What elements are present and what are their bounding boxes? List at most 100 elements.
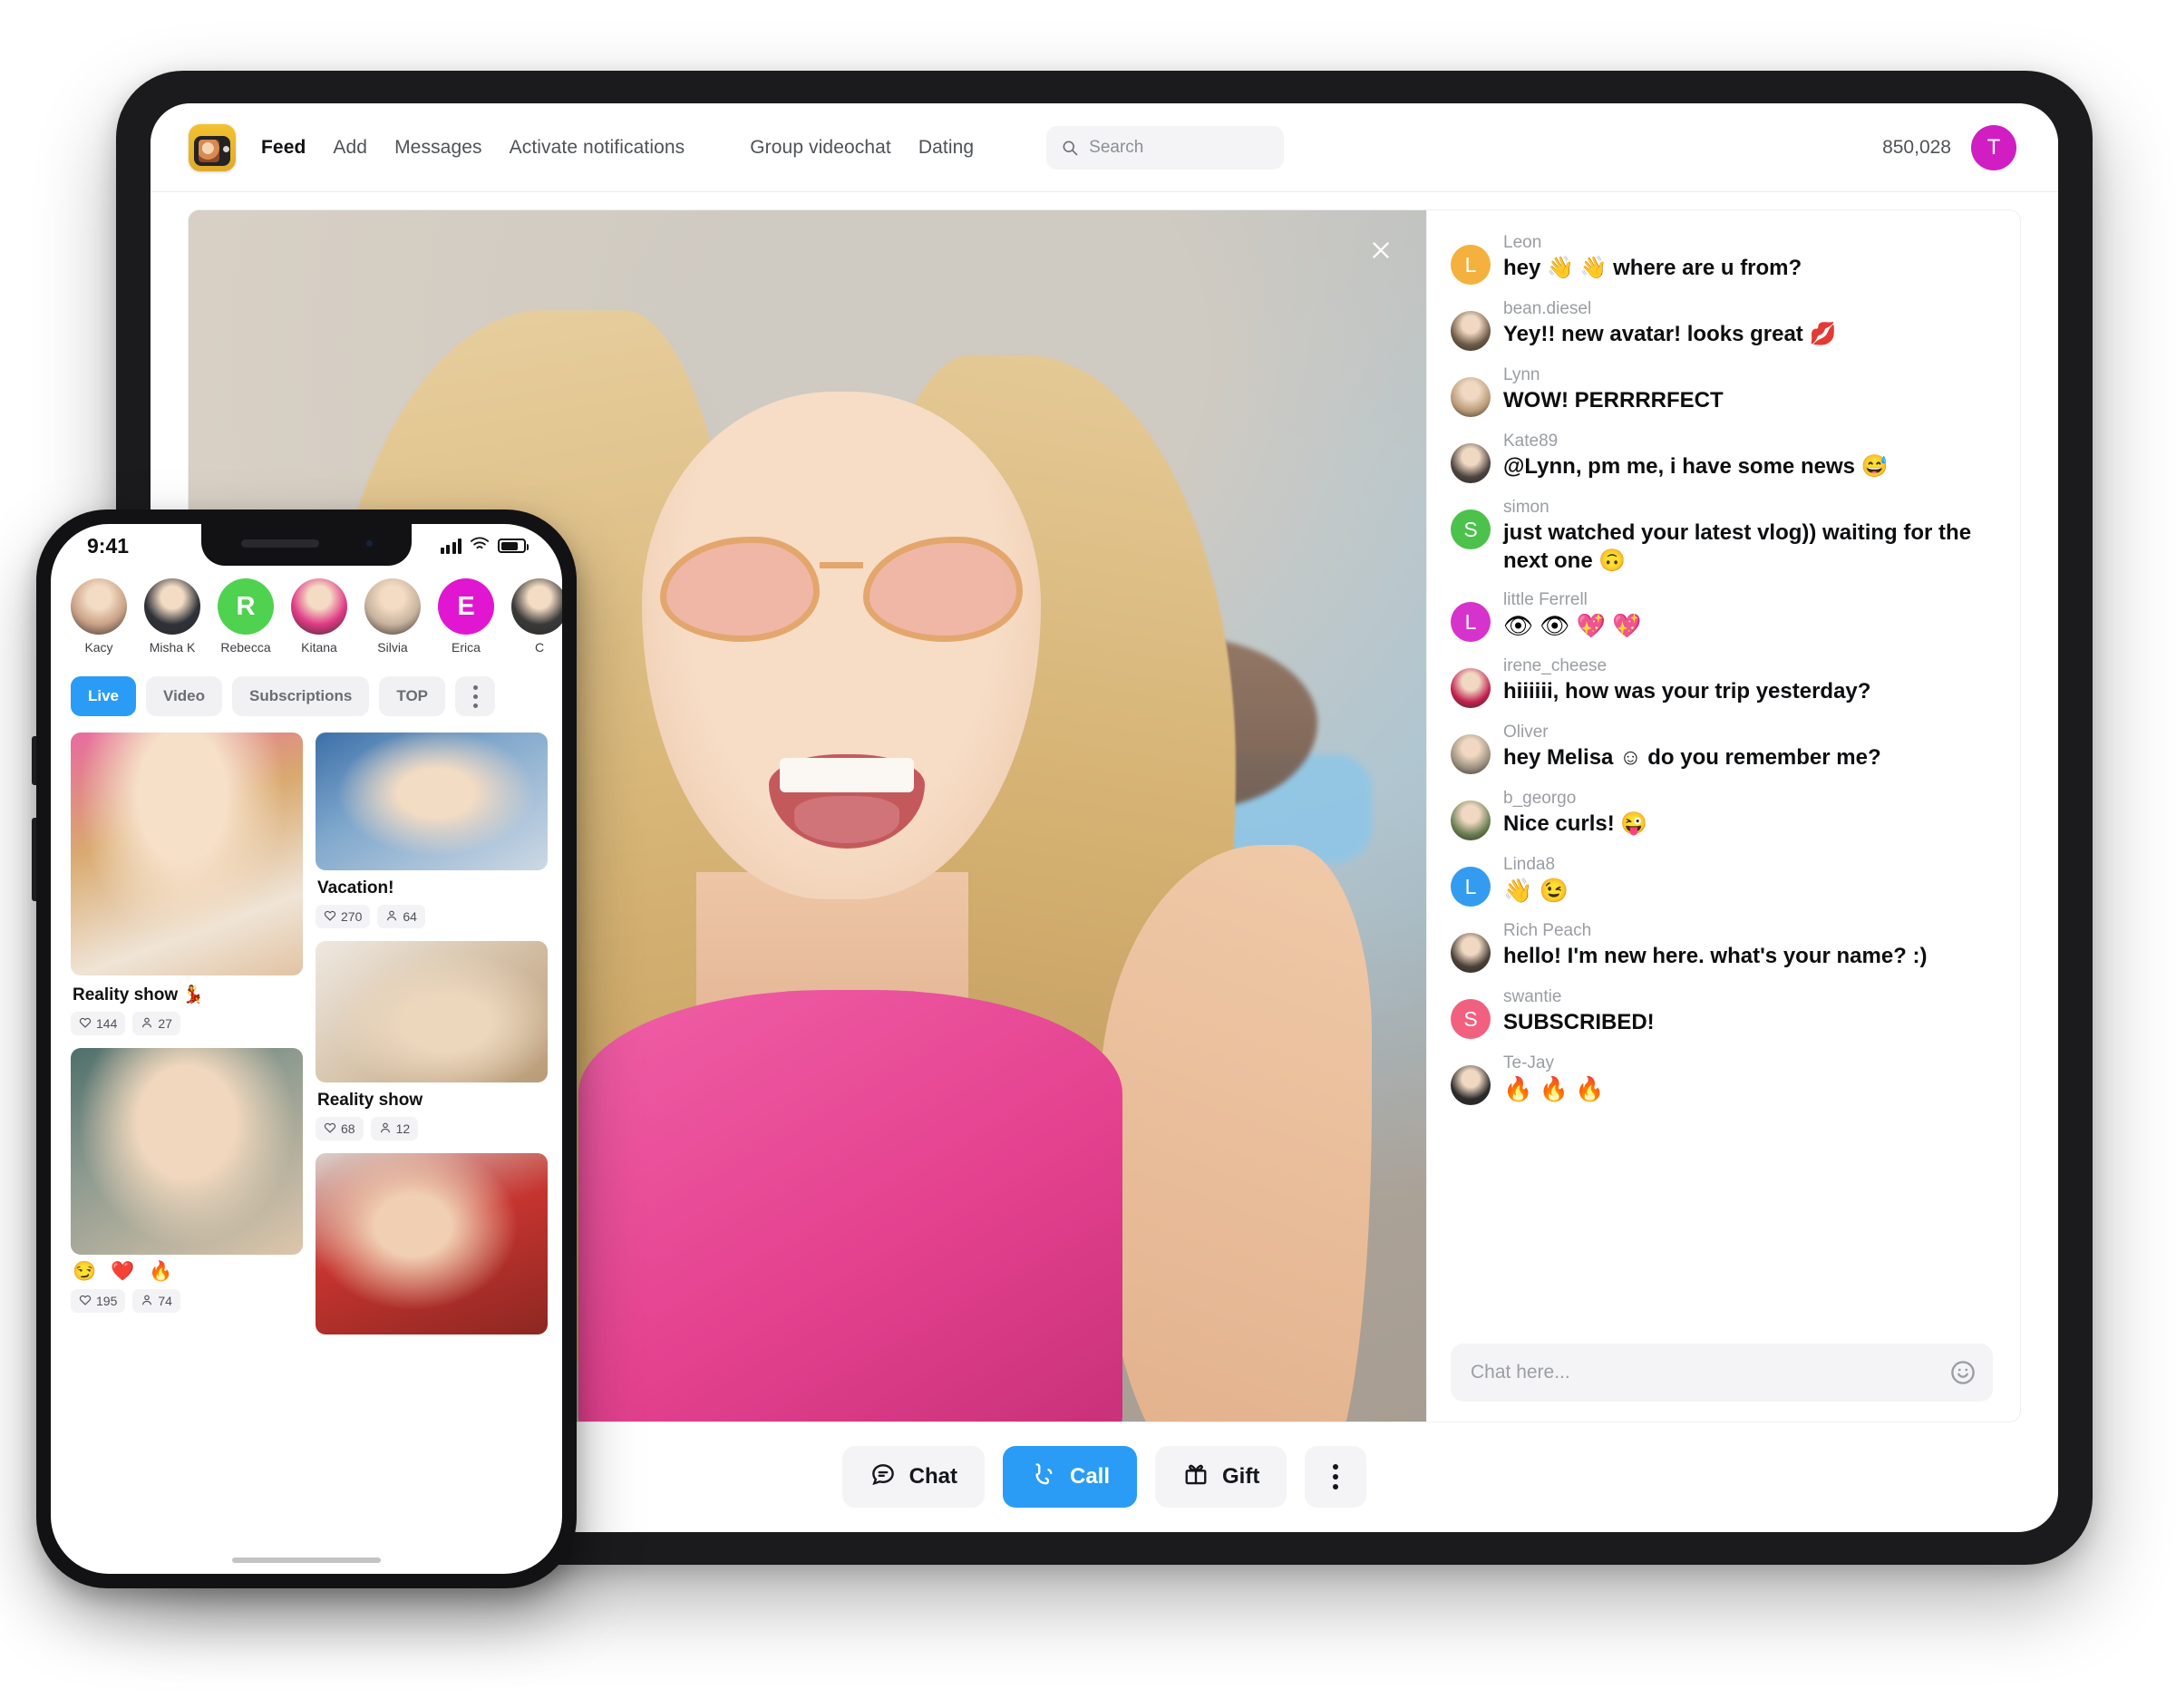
story-item[interactable]: R Rebecca	[218, 578, 274, 673]
story-avatar[interactable]	[364, 578, 421, 635]
chat-message: irene_cheese hiiiiii, how was your trip y…	[1451, 655, 1993, 709]
gift-icon	[1182, 1461, 1209, 1494]
chat-message-username: Leon	[1503, 233, 1542, 252]
filter-tab-subscriptions[interactable]: Subscriptions	[232, 676, 370, 716]
chat-message-text: 🔥 🔥 🔥	[1503, 1074, 1605, 1102]
chat-message-avatar[interactable]: L	[1451, 867, 1491, 907]
feed-card[interactable]: Reality show 💃 144 27	[71, 733, 303, 1035]
chat-button[interactable]: Chat	[841, 1446, 985, 1508]
gift-button[interactable]: Gift	[1155, 1446, 1287, 1508]
feed-card[interactable]: Reality show 68 12	[316, 941, 548, 1140]
story-avatar[interactable]: E	[438, 578, 494, 635]
video-subject-glasses	[660, 537, 1023, 642]
story-item[interactable]: Kacy	[71, 578, 127, 673]
story-item[interactable]: C	[511, 578, 562, 673]
chat-button-label: Chat	[908, 1464, 957, 1489]
nav-item-dating[interactable]: Dating	[918, 131, 974, 164]
chat-message-avatar[interactable]: S	[1451, 999, 1491, 1040]
feed-card-title: Vacation!	[317, 878, 394, 898]
feed-card-thumbnail[interactable]	[316, 1153, 548, 1334]
chat-message-body: simon just watched your latest vlog)) wai…	[1503, 497, 1993, 576]
feed-card-thumbnail[interactable]	[316, 733, 548, 870]
chat-message-username: Rich Peach	[1503, 921, 1592, 941]
story-item[interactable]: Silvia	[364, 578, 421, 673]
phone-feed[interactable]: Reality show 💃 144 27 😏 ❤️ 🔥 195 74 Vacation!…	[71, 733, 548, 1574]
tv-app-logo-icon[interactable]	[189, 123, 236, 171]
chat-message-text: just watched your latest vlog)) waiting …	[1503, 519, 1972, 574]
chat-message-avatar[interactable]	[1451, 311, 1491, 351]
viewer-count: 64	[377, 905, 425, 928]
stories-row[interactable]: Kacy Misha K R Rebecca Kitana Silvia E Erica C	[51, 571, 562, 673]
close-icon[interactable]	[1361, 230, 1401, 270]
chat-message-avatar[interactable]	[1451, 933, 1491, 974]
chat-message-username: Kate89	[1503, 432, 1559, 451]
nav-item-messages[interactable]: Messages	[394, 131, 482, 164]
feed-filter-tabs[interactable]: Live Video Subscriptions TOP	[51, 676, 562, 727]
story-avatar[interactable]: R	[218, 578, 274, 635]
chat-input[interactable]: Chat here...	[1451, 1344, 1993, 1402]
chat-message-text: hey Melisa ☺ do you remember me?	[1503, 744, 1881, 770]
chat-message-avatar[interactable]	[1451, 801, 1491, 841]
nav-item-feed[interactable]: Feed	[261, 131, 306, 164]
feed-card-thumbnail[interactable]	[71, 733, 303, 975]
story-name: Kitana	[301, 640, 337, 655]
chat-message-username: bean.diesel	[1503, 299, 1592, 318]
story-avatar[interactable]	[71, 578, 127, 635]
search-input[interactable]: Search	[1046, 125, 1285, 170]
chat-message-list[interactable]: L Leon hey 👋 👋 where are u from? bean.diese…	[1451, 232, 1993, 1338]
nav-item-group-videochat[interactable]: Group videochat	[750, 131, 891, 164]
story-item[interactable]: Kitana	[291, 578, 347, 673]
more-options-button[interactable]	[1305, 1446, 1367, 1508]
chat-message: Te-Jay 🔥 🔥 🔥	[1451, 1053, 1993, 1106]
chat-input-placeholder: Chat here...	[1471, 1362, 1570, 1383]
more-vertical-icon	[472, 684, 478, 708]
chat-message-avatar[interactable]	[1451, 734, 1491, 775]
story-item[interactable]: Misha K	[144, 578, 200, 673]
chat-message-username: b_georgo	[1503, 789, 1577, 809]
chat-message-body: Te-Jay 🔥 🔥 🔥	[1503, 1053, 1605, 1105]
chat-message-username: Te-Jay	[1503, 1053, 1554, 1073]
person-icon	[141, 1294, 153, 1309]
chat-message: b_georgo Nice curls! 😜	[1451, 788, 1993, 841]
story-avatar[interactable]	[144, 578, 200, 635]
phone-device: 9:41 Kacy Misha K R Rebecca Kitana Silvia E Eri…	[32, 509, 577, 1588]
story-avatar[interactable]	[291, 578, 347, 635]
chat-message-avatar[interactable]	[1451, 668, 1491, 709]
like-count: 144	[71, 1012, 126, 1035]
nav-item-activate-notifications[interactable]: Activate notifications	[510, 131, 685, 164]
battery-icon	[498, 539, 529, 553]
chat-message-avatar[interactable]: L	[1451, 602, 1491, 643]
chat-message-avatar[interactable]: L	[1451, 245, 1491, 285]
feed-card[interactable]: Vacation! 270 64	[316, 733, 548, 928]
feed-card-thumbnail[interactable]	[71, 1048, 303, 1255]
feed-card-emoji: 😏 ❤️ 🔥	[73, 1261, 178, 1282]
chat-message-body: irene_cheese hiiiiii, how was your trip y…	[1503, 655, 1870, 705]
feed-card-thumbnail[interactable]	[316, 941, 548, 1082]
call-button[interactable]: Call	[1003, 1446, 1138, 1508]
chat-message-text: @Lynn, pm me, i have some news 😅	[1503, 453, 1889, 479]
chat-message-avatar[interactable]: S	[1451, 509, 1491, 549]
story-item[interactable]: E Erica	[438, 578, 494, 673]
chat-message-text: 👁 👁 💖 💖	[1503, 611, 1642, 639]
filter-more-button[interactable]	[455, 676, 496, 716]
story-avatar[interactable]	[511, 578, 562, 635]
feed-card[interactable]	[316, 1153, 548, 1334]
filter-tab-video[interactable]: Video	[146, 676, 223, 716]
filter-tab-top[interactable]: TOP	[379, 676, 446, 716]
chat-message-avatar[interactable]	[1451, 377, 1491, 417]
nav-item-add[interactable]: Add	[333, 131, 367, 164]
feed-card[interactable]: 😏 ❤️ 🔥 195 74	[71, 1048, 303, 1313]
chat-message-body: Kate89 @Lynn, pm me, i have some news 😅	[1503, 431, 1889, 480]
smiley-icon[interactable]	[1949, 1359, 1977, 1386]
chat-message-username: irene_cheese	[1503, 656, 1608, 676]
user-avatar[interactable]: T	[1971, 124, 2016, 170]
screenshot-root: Feed Add Messages Activate notifications…	[0, 0, 2176, 1708]
chat-message: Rich Peach hello! I'm new here. what's yo…	[1451, 920, 1993, 974]
feed-card-title: Reality show	[317, 1091, 423, 1110]
chat-message-avatar[interactable]	[1451, 443, 1491, 483]
chat-message-avatar[interactable]	[1451, 1065, 1491, 1106]
story-name: Rebecca	[220, 640, 271, 655]
filter-tab-live[interactable]: Live	[71, 676, 137, 716]
chat-message: L Linda8 👋 😉	[1451, 854, 1993, 907]
home-indicator	[232, 1558, 381, 1563]
